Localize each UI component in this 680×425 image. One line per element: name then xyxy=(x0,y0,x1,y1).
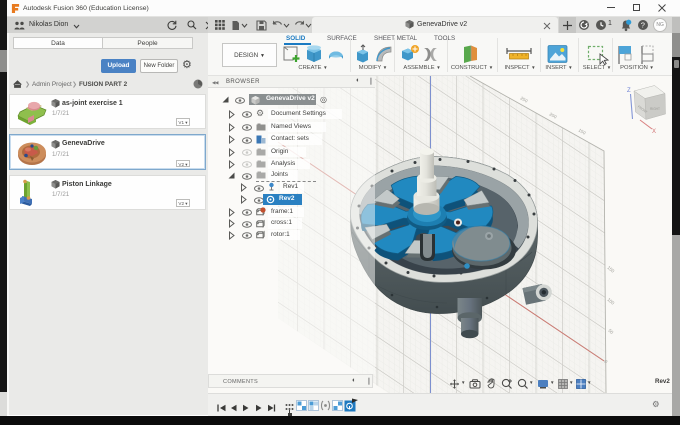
svg-text:RIGHT: RIGHT xyxy=(650,107,660,111)
svg-text:?: ? xyxy=(641,21,645,30)
svg-text:Z: Z xyxy=(627,88,631,94)
svg-text:X: X xyxy=(652,129,656,135)
